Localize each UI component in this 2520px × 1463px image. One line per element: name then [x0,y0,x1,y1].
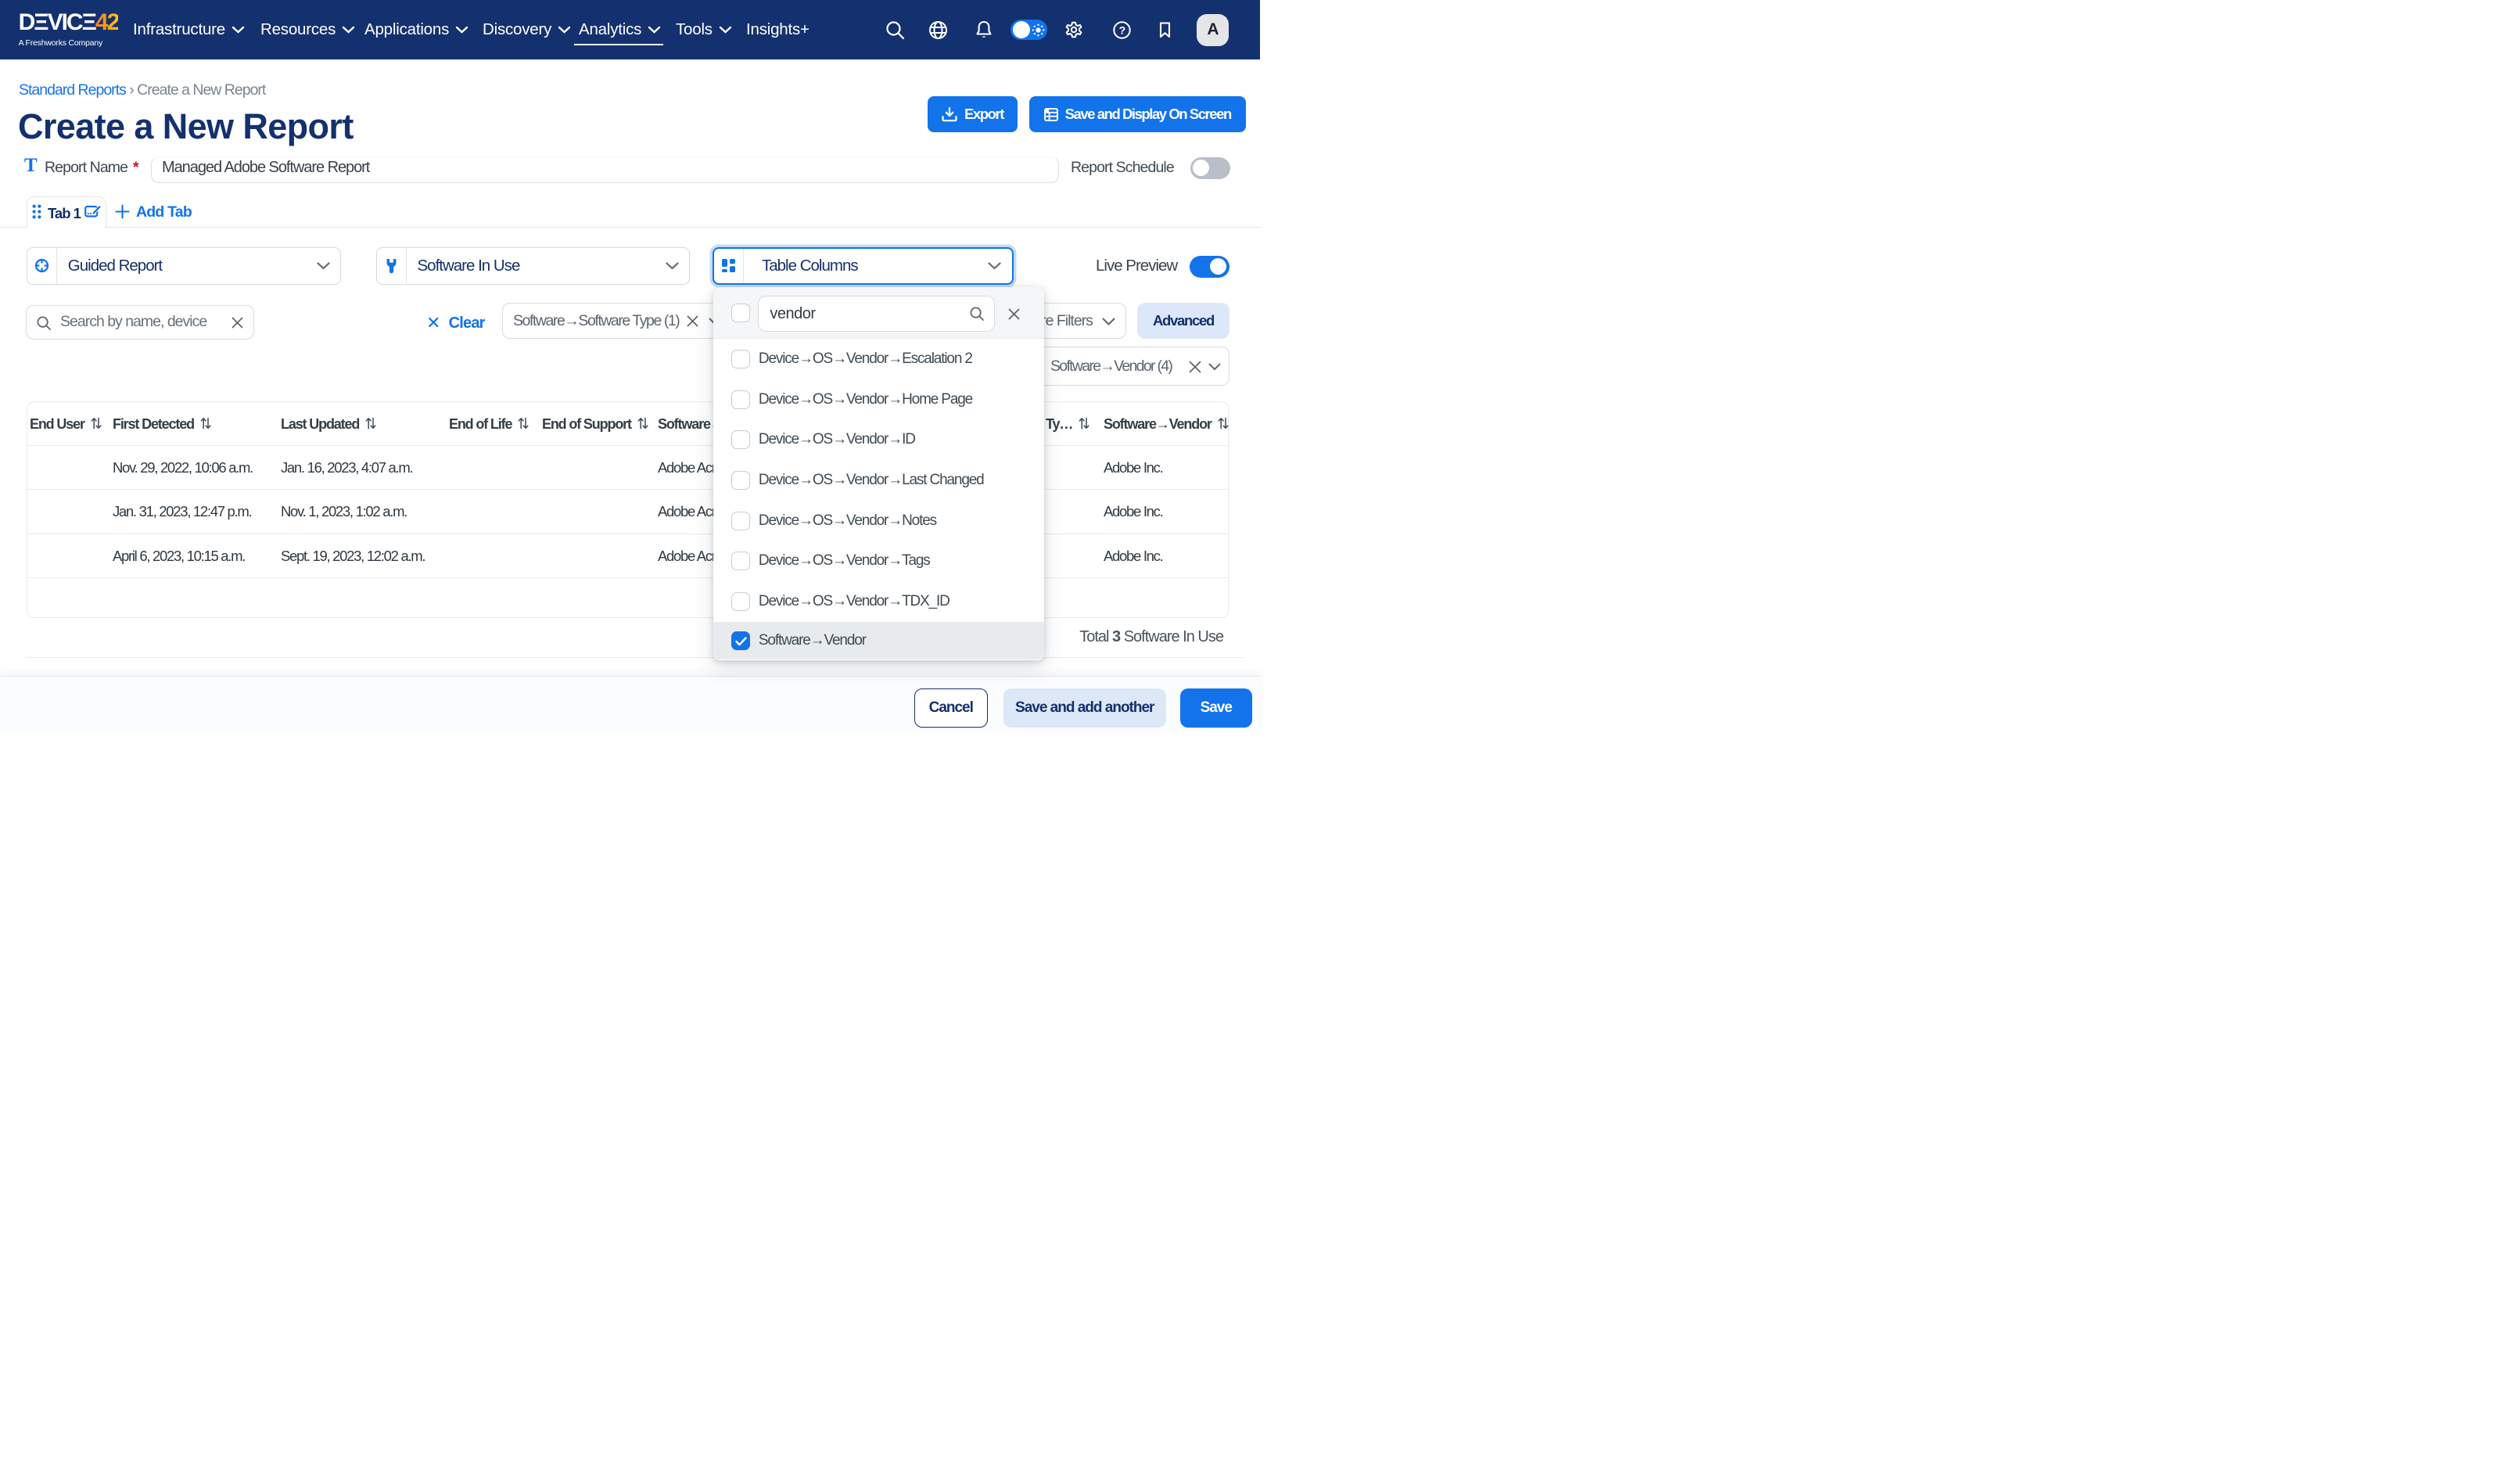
svg-text:?: ? [1119,23,1125,36]
